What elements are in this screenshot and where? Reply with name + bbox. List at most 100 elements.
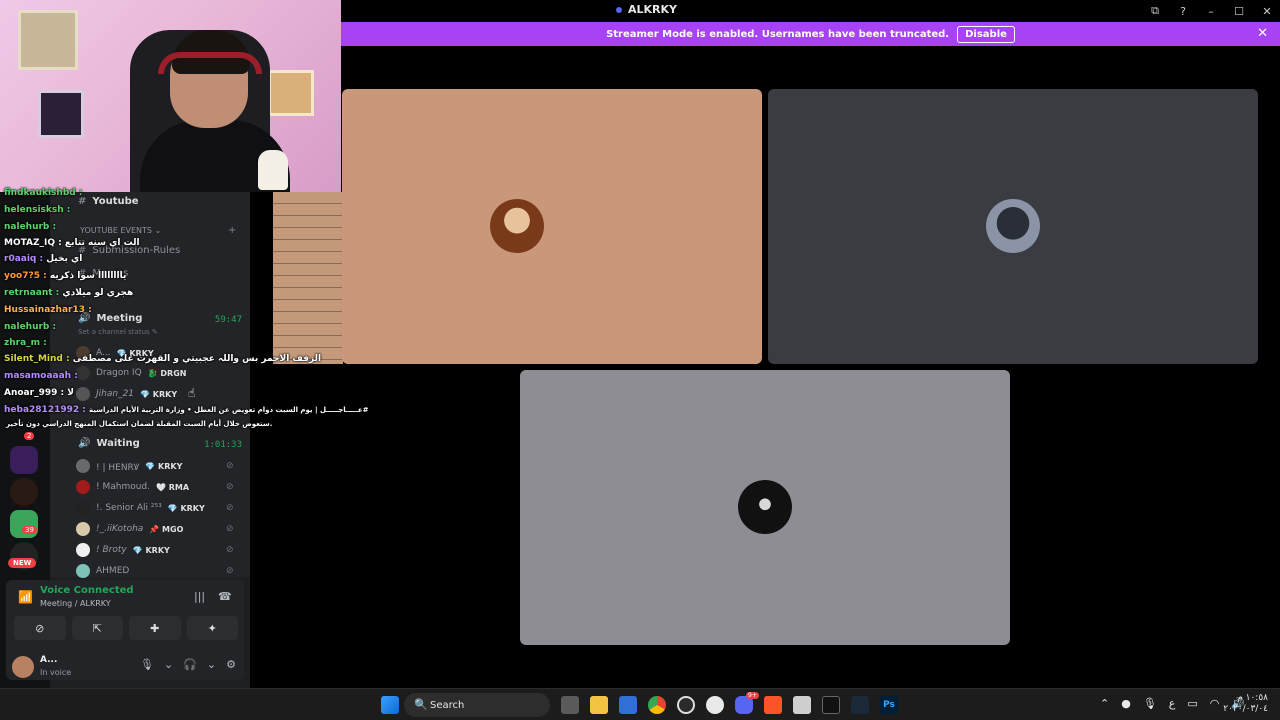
mute-icon: ⊘ — [226, 524, 234, 534]
channel-status[interactable]: Set a channel status ✎ — [78, 328, 158, 336]
voice-channel-meeting[interactable]: 🔊 Meeting — [78, 313, 142, 324]
discord-sidebar: 2 39 NEW # Youtube YOUTUBE EVENTS ⌄ + # … — [0, 192, 250, 688]
app-icon[interactable] — [793, 696, 811, 714]
voice-buttons: ⊘ ⇱ ✚ ✦ — [14, 616, 238, 640]
screen-share-button[interactable]: ⇱ — [71, 616, 123, 640]
avatar — [76, 543, 90, 557]
language-indicator[interactable]: ع — [1169, 697, 1176, 710]
member-item[interactable]: Jihan_21 💎 KRKY — [76, 385, 177, 403]
file-explorer-icon[interactable] — [590, 696, 608, 714]
inbox-icon[interactable]: ⧉ — [1148, 4, 1162, 18]
voice-location[interactable]: Meeting / ALKRKY — [40, 599, 111, 608]
member-item[interactable]: ! | HENRꝞ 💎 KRKY ⊘ — [76, 457, 234, 475]
video-tile[interactable] — [342, 89, 762, 364]
channel-youtube[interactable]: # Youtube — [78, 196, 139, 207]
screen: ALKRKY ⧉ ? – ☐ ✕ Streamer Mode is enable… — [0, 0, 1280, 720]
avatar — [490, 199, 544, 253]
headphones-icon[interactable]: 🎧 — [183, 658, 197, 671]
window-title: ALKRKY — [616, 3, 677, 16]
banner-text: Streamer Mode is enabled. Usernames have… — [606, 28, 950, 40]
avatar — [76, 459, 90, 473]
task-view-icon[interactable] — [561, 696, 579, 714]
photoshop-icon[interactable]: Ps — [880, 696, 898, 714]
chrome-icon[interactable] — [648, 696, 666, 714]
maximize-button[interactable]: ☐ — [1232, 5, 1246, 18]
streamer-mode-banner: Streamer Mode is enabled. Usernames have… — [341, 22, 1280, 46]
taskbar: 🔍 Search 9+ Ps ⌃ ● 🎙 ع ▭ ◠ 🔊 ١٠:٥٨ م ٢٠٢… — [0, 688, 1280, 720]
capcut-icon[interactable] — [822, 696, 840, 714]
chevron-down-icon[interactable]: ⌄ — [164, 658, 173, 671]
avatar — [76, 501, 90, 515]
settings-icon[interactable] — [706, 696, 724, 714]
wall-frame — [38, 90, 84, 138]
member-item[interactable]: ! Mahmoud. 🤍 RMA ⊘ — [76, 478, 234, 496]
background-blinds — [273, 192, 343, 364]
webcam-overlay — [0, 0, 341, 192]
avatar — [76, 522, 90, 536]
noise-suppression-icon[interactable]: ||| — [194, 590, 205, 603]
app-icon[interactable] — [677, 696, 695, 714]
avatar[interactable] — [12, 656, 34, 678]
member-item[interactable]: A... 💎 KRKY — [76, 344, 154, 362]
brave-icon[interactable] — [764, 696, 782, 714]
help-icon[interactable]: ? — [1176, 5, 1190, 18]
category-youtube-events[interactable]: YOUTUBE EVENTS ⌄ — [80, 226, 161, 235]
steam-icon[interactable] — [851, 696, 869, 714]
chevron-down-icon[interactable]: ⌄ — [207, 658, 216, 671]
soundboard-button[interactable]: ✦ — [186, 616, 238, 640]
wall-frame — [18, 10, 78, 70]
channel-list: # Youtube YOUTUBE EVENTS ⌄ + # Submissio… — [50, 192, 250, 580]
server-icon[interactable] — [10, 478, 38, 506]
voice-status[interactable]: Voice Connected — [40, 585, 134, 596]
hash-icon: # — [78, 268, 87, 279]
member-item[interactable]: !_.iiKotoha 📌 MGO ⊘ — [76, 520, 234, 538]
video-tile[interactable] — [520, 370, 1010, 645]
mouse-cursor-icon: ☝ — [188, 386, 196, 400]
video-tile[interactable] — [768, 89, 1258, 364]
hash-icon: # — [78, 245, 87, 256]
app-tray-icon[interactable]: ● — [1121, 697, 1131, 710]
wifi-icon[interactable]: ◠ — [1210, 697, 1220, 710]
camera-button[interactable]: ⊘ — [14, 616, 66, 640]
activities-button[interactable]: ✚ — [129, 616, 181, 640]
minimize-button[interactable]: – — [1204, 5, 1218, 18]
display-icon[interactable]: ▭ — [1187, 697, 1197, 710]
member-item[interactable]: ! Broty 💎 KRKY ⊘ — [76, 541, 234, 559]
user-panel: A... In voice 🎙 ⌄ 🎧 ⌄ ⚙ — [6, 650, 244, 686]
add-channel-icon[interactable]: + — [228, 225, 236, 236]
waiting-timer: 1:01:33 — [204, 440, 242, 450]
start-icon[interactable] — [381, 696, 399, 714]
member-item[interactable]: AHMED ⊘ — [76, 562, 234, 580]
chevron-up-icon[interactable]: ⌃ — [1100, 697, 1109, 710]
microphone-icon[interactable]: 🎙 — [140, 658, 154, 671]
mute-icon: ⊘ — [226, 482, 234, 492]
avatar — [738, 480, 792, 534]
member-item[interactable]: !. Senior Ali ²⁵³ 💎 KRKY ⊘ — [76, 499, 234, 517]
notification-badge: 2 — [24, 432, 35, 440]
mute-icon: ⊘ — [226, 545, 234, 555]
user-name[interactable]: A... — [40, 655, 57, 665]
gear-icon[interactable]: ⚙ — [226, 658, 236, 671]
channel-memes[interactable]: # Memes — [78, 268, 128, 279]
search-box[interactable]: 🔍 Search — [404, 693, 550, 717]
signal-icon[interactable]: 📶 — [18, 590, 33, 604]
hash-icon: # — [78, 196, 87, 207]
lamp — [258, 150, 288, 190]
clock[interactable]: ١٠:٥٨ م ٢٠٢٠/٠٣/٠٤ — [1223, 693, 1268, 715]
server-icon[interactable] — [10, 446, 38, 474]
avatar — [76, 480, 90, 494]
notification-badge: 39 — [22, 526, 37, 534]
meeting-timer: 59:47 — [214, 315, 242, 325]
new-badge: NEW — [8, 558, 37, 568]
voice-channel-waiting[interactable]: 🔊 Waiting — [78, 438, 140, 449]
user-status: In voice — [40, 668, 72, 677]
member-item[interactable]: Dragon IQ 🐉 DRGN — [76, 364, 186, 382]
microphone-icon[interactable]: 🎙 — [1143, 697, 1157, 710]
close-icon[interactable]: ✕ — [1257, 26, 1268, 41]
close-button[interactable]: ✕ — [1260, 5, 1274, 18]
avatar — [986, 199, 1040, 253]
store-icon[interactable] — [619, 696, 637, 714]
disable-button[interactable]: Disable — [957, 25, 1015, 43]
disconnect-icon[interactable]: ☎ — [218, 590, 232, 603]
channel-submission-rules[interactable]: # Submission-Rules — [78, 245, 180, 256]
